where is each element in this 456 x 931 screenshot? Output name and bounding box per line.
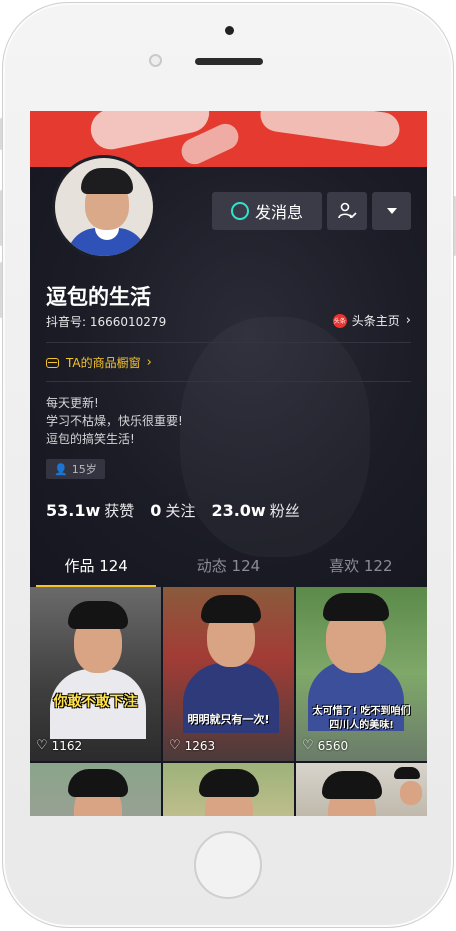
stat-label: 粉丝 <box>269 502 300 520</box>
like-count: 6560 <box>317 738 349 753</box>
shop-window-label: TA的商品橱窗 <box>66 356 141 370</box>
video-likes: ♡ 1263 <box>169 738 215 753</box>
toutiao-logo-icon: 头条 <box>332 313 347 328</box>
like-count: 1263 <box>184 738 216 753</box>
earpiece-speaker <box>195 58 263 65</box>
caption-line: 四川人的美味! <box>329 720 394 731</box>
stat-value: 53.1w <box>46 501 101 520</box>
heart-icon: ♡ <box>169 738 181 753</box>
video-thumbnail[interactable] <box>163 763 294 816</box>
caption-line: 太可惜了! 吃不到咱们 <box>312 706 411 717</box>
user-check-icon <box>338 202 357 219</box>
heart-icon: ♡ <box>36 738 48 753</box>
video-likes: ♡ 6560 <box>302 738 348 753</box>
video-caption: 明明就只有一次! <box>187 713 270 726</box>
chevron-right-icon: › <box>405 313 411 328</box>
video-thumbnail[interactable] <box>30 763 161 816</box>
like-count: 1162 <box>51 738 83 753</box>
front-camera <box>149 54 162 67</box>
chat-bubble-icon <box>230 202 249 220</box>
video-thumbnail[interactable] <box>296 763 427 816</box>
stat-followers[interactable]: 23.0w 粉丝 <box>211 500 299 521</box>
app-screen: 发消息 逗包的生活 抖音号: 1666010279 头条 头条主页 › TA的商… <box>30 111 427 816</box>
phone-device: 发消息 逗包的生活 抖音号: 1666010279 头条 头条主页 › TA的商… <box>0 0 456 931</box>
toutiao-link-label: 头条主页 <box>351 314 400 328</box>
heart-icon: ♡ <box>302 738 314 753</box>
video-caption: 你敢不敢下注 <box>53 694 138 710</box>
video-thumbnail[interactable]: 太可惜了! 吃不到咱们 四川人的美味! ♡ 6560 <box>296 587 427 761</box>
more-options-button[interactable] <box>372 192 411 230</box>
profile-stats: 53.1w 获赞 0 关注 23.0w 粉丝 <box>46 500 316 521</box>
toutiao-homepage-link[interactable]: 头条 头条主页 › <box>332 312 411 329</box>
stat-label: 关注 <box>165 502 196 520</box>
chevron-right-icon: › <box>146 355 152 370</box>
bio-line: 学习不枯燥，快乐很重要! <box>46 414 183 428</box>
bio-line: 逗包的搞笑生活! <box>46 432 135 446</box>
person-icon: 👤 <box>54 462 68 476</box>
avatar[interactable] <box>52 155 156 259</box>
send-message-label: 发消息 <box>254 203 303 222</box>
age-tag: 👤 15岁 <box>46 459 105 479</box>
stat-value: 0 <box>150 501 162 520</box>
video-grid: 你敢不敢下注 ♡ 1162 明明就只有一次! ♡ 1263 太可惜了! 吃不到咱们 … <box>30 587 427 816</box>
video-thumbnail[interactable]: 你敢不敢下注 ♡ 1162 <box>30 587 161 761</box>
video-caption: 太可惜了! 吃不到咱们 四川人的美味! <box>296 705 427 733</box>
shop-window-icon <box>46 357 59 368</box>
home-button[interactable] <box>194 831 262 899</box>
follow-status-button[interactable] <box>327 192 367 230</box>
stat-following[interactable]: 0 关注 <box>150 500 195 521</box>
stat-likes[interactable]: 53.1w 获赞 <box>46 500 134 521</box>
video-likes: ♡ 1162 <box>36 738 82 753</box>
tab-posts[interactable]: 动态 124 <box>162 543 294 587</box>
stat-value: 23.0w <box>211 501 266 520</box>
stat-label: 获赞 <box>104 502 135 520</box>
triangle-down-icon <box>386 208 397 214</box>
send-message-button[interactable]: 发消息 <box>212 192 322 230</box>
douyin-id: 抖音号: 1666010279 <box>46 315 167 329</box>
tab-works[interactable]: 作品 124 <box>30 543 162 587</box>
sensor-dot <box>225 26 234 35</box>
divider <box>46 381 411 382</box>
profile-bio: 每天更新! 学习不枯燥，快乐很重要! 逗包的搞笑生活! <box>46 394 183 448</box>
bio-line: 每天更新! <box>46 396 99 410</box>
tab-likes[interactable]: 喜欢 122 <box>295 543 427 587</box>
divider <box>46 342 411 343</box>
video-thumbnail[interactable]: 明明就只有一次! ♡ 1263 <box>163 587 294 761</box>
age-tag-label: 15岁 <box>71 463 97 476</box>
profile-nickname: 逗包的生活 <box>46 285 151 309</box>
profile-tabs: 作品 124 动态 124 喜欢 122 <box>30 543 427 587</box>
shop-window-link[interactable]: TA的商品橱窗 › <box>46 354 152 371</box>
